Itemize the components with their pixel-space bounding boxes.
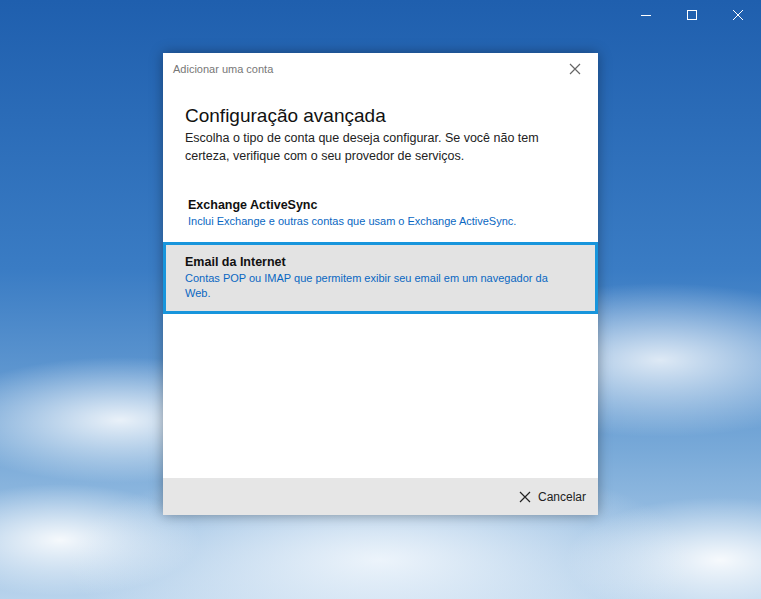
close-icon[interactable]	[568, 62, 582, 76]
add-account-dialog: Adicionar uma conta Configuração avançad…	[163, 53, 598, 515]
dialog-title: Adicionar uma conta	[173, 63, 273, 75]
cancel-icon	[519, 491, 531, 503]
option-list: Exchange ActiveSync Inclui Exchange e ou…	[163, 187, 598, 316]
option-title: Exchange ActiveSync	[188, 198, 573, 212]
cancel-button[interactable]: Cancelar	[519, 486, 586, 508]
close-window-icon[interactable]	[715, 0, 761, 30]
account-option[interactable]: Exchange ActiveSync Inclui Exchange e ou…	[163, 187, 598, 240]
window-controls	[623, 0, 761, 30]
option-description: Contas POP ou IMAP que permitem exibir s…	[185, 271, 576, 301]
dialog-body: Configuração avançada Escolha o tipo de …	[163, 85, 598, 478]
option-description: Inclui Exchange e outras contas que usam…	[188, 214, 573, 229]
account-option[interactable]: Email da Internet Contas POP ou IMAP que…	[163, 242, 598, 314]
maximize-icon[interactable]	[669, 0, 715, 30]
minimize-icon[interactable]	[623, 0, 669, 30]
description: Escolha o tipo de conta que deseja confi…	[185, 129, 576, 165]
dialog-footer: Cancelar	[163, 478, 598, 515]
heading: Configuração avançada	[185, 105, 576, 127]
dialog-titlebar: Adicionar uma conta	[163, 53, 598, 85]
option-title: Email da Internet	[185, 255, 576, 269]
desktop: Adicionar uma conta Configuração avançad…	[0, 0, 761, 599]
